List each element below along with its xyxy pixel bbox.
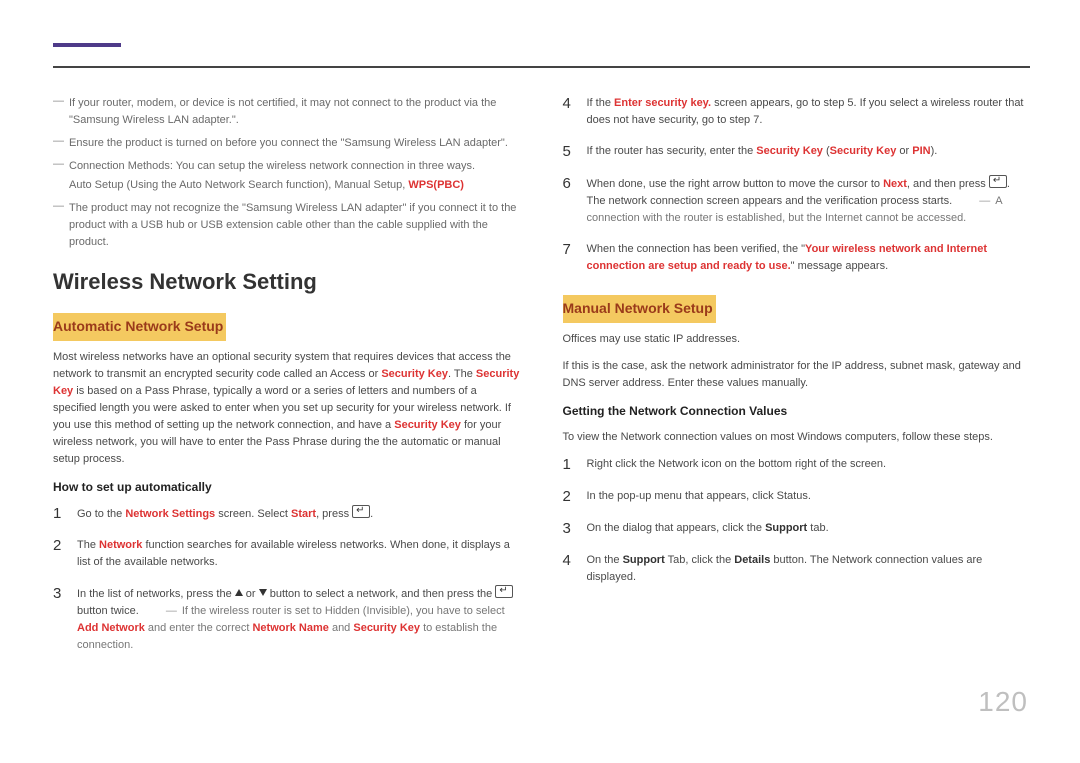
step: 2 In the pop-up menu that appears, click…: [563, 488, 1031, 506]
step-note: If the wireless router is set to Hidden …: [77, 605, 505, 651]
paragraph: If this is the case, ask the network adm…: [563, 358, 1031, 392]
left-column: If your router, modem, or device is not …: [53, 95, 521, 668]
step-text: Go to the Network Settings screen. Selec…: [77, 505, 521, 523]
enter-icon: [495, 585, 513, 598]
step: 3 In the list of networks, press the or …: [53, 585, 521, 654]
note-text: Connection Methods: You can setup the wi…: [69, 160, 475, 172]
auto-steps: 1 Go to the Network Settings screen. Sel…: [53, 505, 521, 654]
right-column: 4 If the Enter security key. screen appe…: [563, 95, 1031, 668]
howto-heading: Getting the Network Connection Values: [563, 402, 1031, 421]
step-number: 4: [563, 552, 575, 586]
horizontal-rule: [53, 66, 1030, 68]
step-text: If the router has security, enter the Se…: [587, 143, 1031, 161]
step-text: When done, use the right arrow button to…: [587, 175, 1031, 227]
step: 1 Right click the Network icon on the bo…: [563, 456, 1031, 474]
step-number: 1: [563, 456, 575, 474]
step-number: 7: [563, 241, 575, 275]
step: 4 On the Support Tab, click the Details …: [563, 552, 1031, 586]
content-columns: If your router, modem, or device is not …: [53, 95, 1030, 668]
auto-steps-cont: 4 If the Enter security key. screen appe…: [563, 95, 1031, 275]
step-number: 3: [563, 520, 575, 538]
step-number: 6: [563, 175, 575, 227]
highlight-wps: WPS(PBC): [408, 179, 464, 191]
enter-icon: [989, 175, 1007, 188]
step-text: If the Enter security key. screen appear…: [587, 95, 1031, 129]
step-text: In the pop-up menu that appears, click S…: [587, 488, 1031, 506]
step: 4 If the Enter security key. screen appe…: [563, 95, 1031, 129]
paragraph: To view the Network connection values on…: [563, 429, 1031, 446]
intro-notes: If your router, modem, or device is not …: [53, 95, 521, 251]
howto-heading: How to set up automatically: [53, 478, 521, 497]
step-text: When the connection has been verified, t…: [587, 241, 1031, 275]
step-number: 2: [563, 488, 575, 506]
page-number: 120: [978, 680, 1028, 723]
paragraph: Offices may use static IP addresses.: [563, 331, 1031, 348]
step: 3 On the dialog that appears, click the …: [563, 520, 1031, 538]
note-subline: Auto Setup (Using the Auto Network Searc…: [69, 177, 521, 194]
step: 6 When done, use the right arrow button …: [563, 175, 1031, 227]
step: 7 When the connection has been verified,…: [563, 241, 1031, 275]
step-number: 1: [53, 505, 65, 523]
step-text: In the list of networks, press the or bu…: [77, 585, 521, 654]
up-arrow-icon: [235, 589, 243, 596]
step-text: On the Support Tab, click the Details bu…: [587, 552, 1031, 586]
step-text: The Network function searches for availa…: [77, 537, 521, 571]
step: 5 If the router has security, enter the …: [563, 143, 1031, 161]
paragraph: Most wireless networks have an optional …: [53, 349, 521, 468]
manual-steps: 1 Right click the Network icon on the bo…: [563, 456, 1031, 586]
chapter-indicator: [53, 43, 121, 47]
note-item: Connection Methods: You can setup the wi…: [53, 158, 521, 194]
note-text: Ensure the product is turned on before y…: [69, 137, 508, 149]
step: 2 The Network function searches for avai…: [53, 537, 521, 571]
page: If your router, modem, or device is not …: [0, 0, 1080, 763]
down-arrow-icon: [259, 589, 267, 596]
step-text: On the dialog that appears, click the Su…: [587, 520, 1031, 538]
step: 1 Go to the Network Settings screen. Sel…: [53, 505, 521, 523]
note-text: If your router, modem, or device is not …: [69, 97, 496, 126]
note-item: Ensure the product is turned on before y…: [53, 135, 521, 152]
subsection-heading-auto: Automatic Network Setup: [53, 313, 226, 341]
note-item: If your router, modem, or device is not …: [53, 95, 521, 129]
step-number: 2: [53, 537, 65, 571]
step-number: 3: [53, 585, 65, 654]
note-text: The product may not recognize the "Samsu…: [69, 202, 516, 248]
step-number: 5: [563, 143, 575, 161]
step-text: Right click the Network icon on the bott…: [587, 456, 1031, 474]
section-heading: Wireless Network Setting: [53, 265, 521, 299]
note-item: The product may not recognize the "Samsu…: [53, 200, 521, 251]
subsection-heading-manual: Manual Network Setup: [563, 295, 716, 323]
step-number: 4: [563, 95, 575, 129]
enter-icon: [352, 505, 370, 518]
